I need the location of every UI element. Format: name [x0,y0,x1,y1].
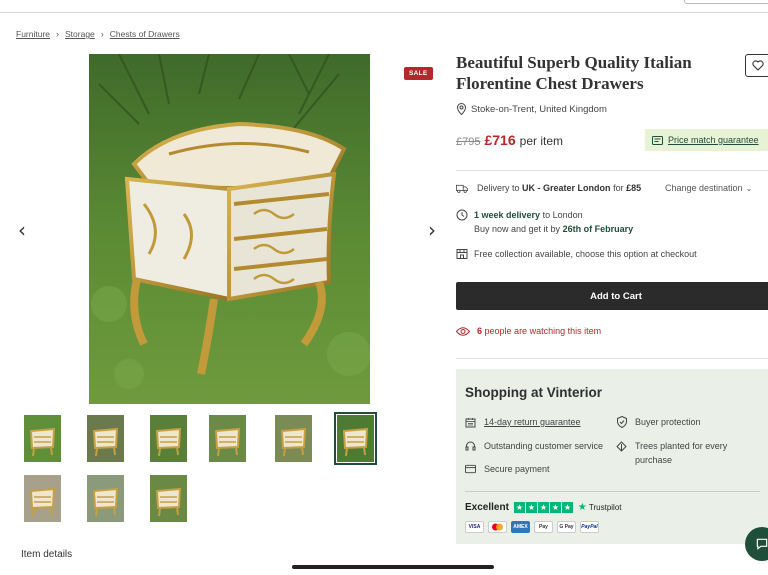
chat-button[interactable] [745,527,768,561]
feature-secure-payment: Secure payment [465,462,550,476]
breadcrumb-storage[interactable]: Storage [65,29,95,39]
trustpilot-logo: ★ Trustpilot [578,502,622,513]
chevron-left-icon[interactable]: ‹ [18,218,26,242]
week-delivery: 1 week delivery [474,210,541,220]
delivery-for: for [613,183,624,193]
breadcrumb-furniture[interactable]: Furniture [16,29,50,39]
delivery-time-row: 1 week delivery to London Buy now and ge… [456,208,633,236]
feature-trees-planted: Trees planted for every purchase [616,439,746,467]
feature-return-guarantee[interactable]: 14-day return guarantee [465,415,581,429]
main-product-photo[interactable] [89,54,370,404]
divider [456,170,768,171]
watching-notice: 6 people are watching this item [456,326,601,336]
delivery-destination: UK - Greater London [522,183,611,193]
chevron-right-icon: › [100,29,104,39]
sale-badge: SALE [404,67,433,80]
feature-customer-service: Outstanding customer service [465,439,603,453]
to-london: to London [542,210,583,220]
breadcrumb-chests-of-drawers[interactable]: Chests of Drawers [110,29,180,39]
divider [456,358,768,359]
heart-icon [752,60,764,71]
collection-row: Free collection available, choose this o… [456,247,697,261]
watching-count: 6 [477,326,483,336]
shopping-benefits-panel: Shopping at Vinterior 14-day return guar… [456,369,768,544]
star-icon: ★ [525,502,537,513]
eye-icon [456,326,470,336]
visa-icon: VISA [465,521,484,533]
location-text: Stoke-on-Trent, United Kingdom [471,103,607,115]
collection-text: Free collection available, choose this o… [474,249,697,259]
feature-label: Secure payment [484,464,550,474]
header-search-edge[interactable] [684,0,768,4]
header-divider [0,12,768,13]
change-destination-button[interactable]: Change destination ⌄ [665,183,752,193]
product-title: Beautiful Superb Quality Italian Florent… [456,53,692,93]
add-to-cart-button[interactable]: Add to Cart [456,282,768,310]
chevron-right-icon[interactable]: › [428,218,436,242]
location: Stoke-on-Trent, United Kingdom [457,103,607,115]
apple-pay-icon: Pay [534,521,553,533]
gallery-thumbnail[interactable] [150,415,187,462]
gallery-thumbnail[interactable] [275,415,312,462]
tag-icon [652,135,663,145]
delivery-date: 26th of February [562,224,634,234]
credit-card-icon [465,462,476,476]
headset-icon [465,439,476,453]
truck-icon [456,181,468,195]
price-row: £795 £716 per item [456,132,563,148]
google-pay-icon: G Pay [557,521,576,533]
paypal-icon: PayPal [580,521,599,533]
gallery-thumbnail[interactable] [334,412,377,465]
price-match-guarantee[interactable]: Price match guarantee [645,129,768,151]
panel-divider [465,491,760,492]
shopping-title: Shopping at Vinterior [465,385,603,400]
star-rating: ★ ★ ★ ★ ★ [513,502,573,513]
map-pin-icon [457,103,466,115]
feature-label: Trees planted for every purchase [635,441,728,465]
breadcrumb: Furniture › Storage › Chests of Drawers [16,29,180,39]
payment-methods: VISA AMEX Pay G Pay PayPal [465,521,599,533]
chevron-down-icon: ⌄ [745,183,753,193]
gallery-thumbnail[interactable] [87,475,124,522]
store-icon [456,247,468,261]
change-destination-label: Change destination [665,183,743,193]
star-icon: ★ [513,502,525,513]
chevron-right-icon: › [56,29,60,39]
calendar-icon [465,415,476,429]
rating-label: Excellent [465,502,509,513]
amex-icon: AMEX [511,521,530,533]
gallery-thumbnail[interactable] [24,415,61,462]
item-details-heading[interactable]: Item details [21,549,72,560]
trustpilot-label: Trustpilot [588,503,622,512]
star-icon: ★ [561,502,573,513]
star-icon: ★ [537,502,549,513]
feature-label: Buyer protection [635,417,701,427]
sale-price: £716 [484,132,516,148]
favourite-button[interactable] [745,54,768,77]
mastercard-icon [488,521,507,533]
old-price: £795 [456,136,481,148]
delivery-prefix: Delivery to [477,183,520,193]
gallery-thumbnail[interactable] [87,415,124,462]
chat-icon [756,538,768,550]
gallery-thumbnail[interactable] [209,415,246,462]
star-icon: ★ [549,502,561,513]
feature-label[interactable]: 14-day return guarantee [484,415,581,429]
watching-text: people are watching this item [484,326,602,336]
trustpilot-rating[interactable]: Excellent ★ ★ ★ ★ ★ ★ Trustpilot [465,502,622,513]
gallery-thumbnail[interactable] [24,475,61,522]
feature-buyer-protection: Buyer protection [616,415,701,429]
feature-label: Outstanding customer service [484,441,604,451]
buy-now-text: Buy now and get it by [474,224,561,234]
price-match-link[interactable]: Price match guarantee [668,135,759,145]
shield-icon [616,415,627,429]
home-indicator [292,565,494,569]
delivery-row: Delivery to UK - Greater London for £85 [456,181,641,195]
per-item-label: per item [519,134,563,148]
trustpilot-star-icon: ★ [577,502,587,513]
leaf-icon [616,439,627,453]
clock-icon [456,208,468,222]
delivery-cost: £85 [626,183,642,193]
gallery-thumbnail[interactable] [150,475,187,522]
